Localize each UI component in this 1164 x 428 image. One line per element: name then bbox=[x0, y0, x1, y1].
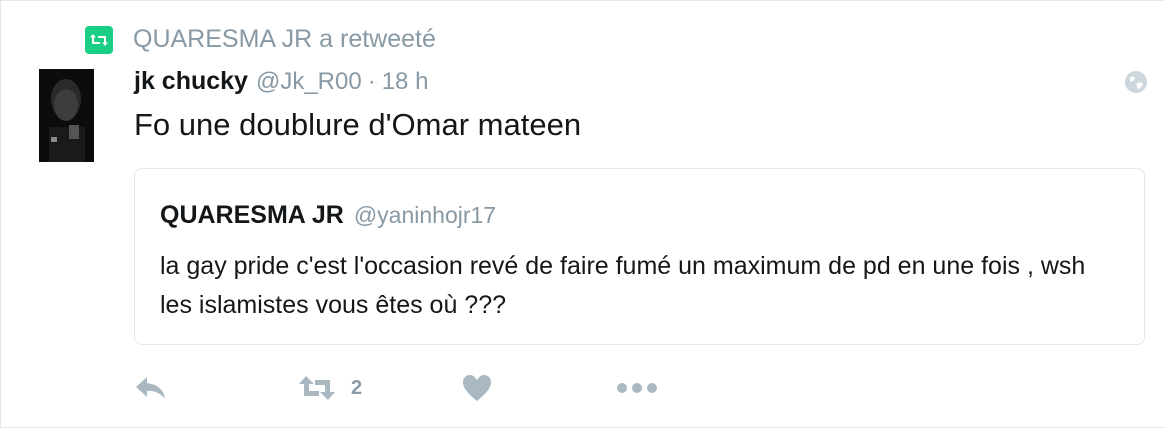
retweet-context-text[interactable]: QUARESMA JR a retweeté bbox=[133, 25, 436, 54]
heart-icon bbox=[462, 374, 492, 402]
tweet[interactable]: QUARESMA JR a retweeté jk chucky @Jk_R00… bbox=[0, 0, 1164, 428]
retweet-count: 2 bbox=[351, 376, 363, 399]
author-name[interactable]: jk chucky bbox=[134, 67, 248, 96]
retweet-context: QUARESMA JR a retweeté bbox=[85, 25, 436, 54]
quoted-author-handle[interactable]: @yaninhojr17 bbox=[354, 202, 496, 229]
reply-button[interactable] bbox=[134, 368, 168, 408]
globe-icon bbox=[1123, 69, 1149, 95]
quoted-header: QUARESMA JR @yaninhojr17 bbox=[160, 201, 496, 230]
like-button[interactable] bbox=[462, 368, 492, 408]
separator: · bbox=[367, 68, 376, 95]
retweet-button[interactable]: 2 bbox=[297, 368, 362, 408]
more-button[interactable] bbox=[616, 368, 658, 408]
tweet-actions: 2 bbox=[134, 368, 734, 408]
reply-icon bbox=[134, 375, 168, 401]
quoted-author-name[interactable]: QUARESMA JR bbox=[160, 201, 344, 230]
tweet-header: jk chucky @Jk_R00 · 18 h bbox=[134, 67, 428, 96]
author-handle[interactable]: @Jk_R00 bbox=[256, 68, 362, 96]
tweet-text: Fo une doublure d'Omar mateen bbox=[134, 107, 582, 142]
retweet-icon bbox=[297, 374, 337, 402]
timestamp[interactable]: 18 h bbox=[382, 68, 429, 96]
avatar[interactable] bbox=[39, 69, 94, 162]
retweet-badge-icon bbox=[85, 25, 113, 54]
quoted-text: la gay pride c'est l'occasion revé de fa… bbox=[160, 252, 1086, 319]
quoted-tweet[interactable]: QUARESMA JR @yaninhojr17 la gay pride c'… bbox=[134, 168, 1145, 345]
more-icon bbox=[616, 382, 658, 394]
